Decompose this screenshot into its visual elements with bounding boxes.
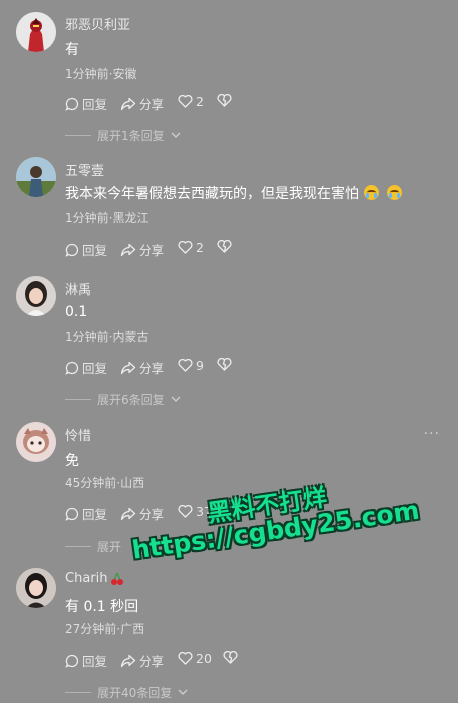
- reply-label: 回复: [82, 507, 108, 522]
- reply-icon: [65, 361, 79, 375]
- reply-icon: [65, 97, 79, 111]
- dislike-icon: [217, 240, 232, 253]
- avatar[interactable]: [16, 12, 56, 52]
- share-button[interactable]: 分享: [120, 94, 164, 113]
- comment-username[interactable]: 怜惜: [65, 425, 91, 444]
- comment-text: 有 0.1 秒回: [65, 599, 139, 615]
- reply-icon: [65, 243, 79, 257]
- share-button[interactable]: 分享: [120, 651, 164, 670]
- expand-divider: [65, 399, 91, 400]
- dislike-button[interactable]: [217, 240, 232, 253]
- reply-button[interactable]: 回复: [65, 94, 107, 113]
- cherry-icon: [111, 572, 124, 585]
- reply-button[interactable]: 回复: [65, 504, 107, 523]
- like-icon: [178, 241, 193, 254]
- username-text: Charih: [65, 571, 108, 586]
- like-button[interactable]: 2: [178, 94, 204, 109]
- like-count: 2: [196, 240, 204, 255]
- expand-divider: [65, 135, 91, 136]
- comment-text: 0.1: [65, 304, 88, 320]
- share-button[interactable]: 分享: [120, 240, 164, 259]
- reply-icon: [65, 507, 79, 521]
- expand-label: 展开: [97, 540, 122, 554]
- reply-label: 回复: [82, 361, 108, 376]
- like-button[interactable]: 20: [178, 651, 212, 666]
- share-icon: [120, 654, 136, 667]
- avatar[interactable]: [16, 157, 56, 197]
- like-button[interactable]: 9: [178, 358, 204, 373]
- comment-meta: 27分钟前·广西: [65, 622, 145, 636]
- share-icon: [120, 97, 136, 110]
- comment-actions: 回复 分享 20: [65, 651, 445, 669]
- avatar[interactable]: [16, 568, 56, 608]
- dislike-icon: [223, 651, 238, 664]
- dislike-button[interactable]: [223, 651, 238, 664]
- avatar[interactable]: [16, 422, 56, 462]
- expand-label: 展开1条回复: [97, 129, 165, 143]
- comment-meta: 1分钟前·安徽: [65, 67, 137, 81]
- reply-icon: [65, 654, 79, 668]
- crying-emoji-icon: [387, 185, 402, 200]
- expand-replies[interactable]: 展开40条回复: [65, 684, 188, 701]
- crying-emoji-icon: [364, 185, 379, 200]
- like-icon: [178, 505, 193, 518]
- like-icon: [178, 359, 193, 372]
- reply-label: 回复: [82, 654, 108, 669]
- reply-button[interactable]: 回复: [65, 240, 107, 259]
- reply-label: 回复: [82, 97, 108, 112]
- comment-text: 免: [65, 453, 79, 469]
- share-button[interactable]: 分享: [120, 504, 164, 523]
- comment-username[interactable]: 邪恶贝利亚: [65, 14, 130, 33]
- comment-username[interactable]: Charih: [65, 571, 124, 586]
- expand-label: 展开40条回复: [97, 686, 173, 700]
- like-button[interactable]: 2: [178, 240, 204, 255]
- expand-divider: [65, 692, 91, 693]
- comment-actions: 回复 分享 9: [65, 358, 445, 376]
- expand-label: 展开6条回复: [97, 393, 165, 407]
- share-icon: [120, 243, 136, 256]
- comment-meta: 45分钟前·山西: [65, 476, 145, 490]
- like-icon: [178, 652, 193, 665]
- comment-meta: 1分钟前·黑龙江: [65, 211, 149, 225]
- expand-replies[interactable]: 展开6条回复: [65, 391, 181, 408]
- expand-divider: [65, 546, 91, 547]
- share-label: 分享: [139, 654, 165, 669]
- share-icon: [120, 361, 136, 374]
- comment-text: 我本来今年暑假想去西藏玩的，但是我现在害怕: [65, 183, 402, 203]
- comment-actions: 回复 分享 2: [65, 240, 445, 258]
- like-button[interactable]: 37: [178, 504, 212, 519]
- dislike-button[interactable]: [217, 94, 232, 107]
- comment-actions: 回复 分享 37: [65, 504, 445, 522]
- share-button[interactable]: 分享: [120, 358, 164, 377]
- share-label: 分享: [139, 243, 165, 258]
- like-count: 37: [196, 504, 212, 519]
- comment-username[interactable]: 淋禹: [65, 279, 91, 298]
- expand-replies[interactable]: 展开: [65, 538, 121, 555]
- chevron-down-icon: [171, 396, 181, 402]
- dislike-button[interactable]: [217, 358, 232, 371]
- reply-button[interactable]: 回复: [65, 358, 107, 377]
- comment-actions: 回复 分享 2: [65, 94, 445, 112]
- like-icon: [178, 95, 193, 108]
- expand-replies[interactable]: 展开1条回复: [65, 127, 181, 144]
- more-icon[interactable]: ···: [424, 426, 440, 442]
- comment-meta: 1分钟前·内蒙古: [65, 330, 149, 344]
- comment-username[interactable]: 五零壹: [65, 160, 104, 179]
- comment-text-content: 我本来今年暑假想去西藏玩的，但是我现在害怕: [65, 186, 359, 202]
- chevron-down-icon: [171, 132, 181, 138]
- share-icon: [120, 507, 136, 520]
- share-label: 分享: [139, 507, 165, 522]
- like-count: 2: [196, 94, 204, 109]
- comment-text: 有: [65, 42, 79, 58]
- like-count: 9: [196, 358, 204, 373]
- like-count: 20: [196, 651, 212, 666]
- reply-button[interactable]: 回复: [65, 651, 107, 670]
- share-label: 分享: [139, 361, 165, 376]
- avatar[interactable]: [16, 276, 56, 316]
- share-label: 分享: [139, 97, 165, 112]
- dislike-icon: [217, 94, 232, 107]
- dislike-icon: [217, 358, 232, 371]
- chevron-down-icon: [178, 689, 188, 695]
- reply-label: 回复: [82, 243, 108, 258]
